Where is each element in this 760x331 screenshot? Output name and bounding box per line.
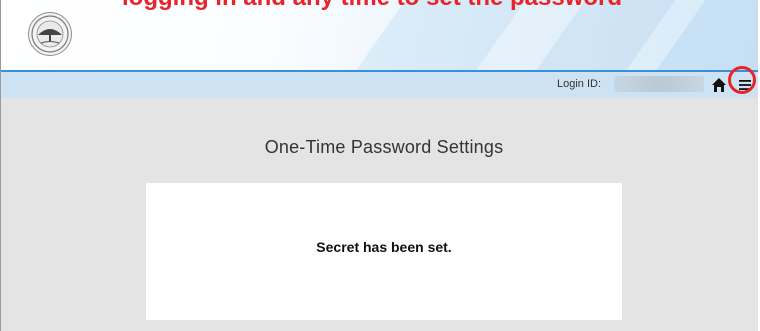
login-id-label: Login ID: <box>557 78 602 90</box>
seal-graphic <box>31 15 69 53</box>
user-info-bar: Login ID: <box>1 72 758 98</box>
page-title: One-Time Password Settings <box>264 137 504 157</box>
login-id-value <box>614 76 704 92</box>
home-icon[interactable] <box>711 77 727 93</box>
university-seal-logo[interactable] <box>28 12 72 56</box>
annotation-caption: logging in and any time to set the passw… <box>0 0 760 12</box>
message-panel: Secret has been set. <box>146 183 622 320</box>
status-message: Secret has been set. <box>316 239 452 255</box>
hamburger-menu-icon[interactable] <box>738 78 752 92</box>
main-content: One-Time Password Settings Secret has be… <box>1 98 758 331</box>
